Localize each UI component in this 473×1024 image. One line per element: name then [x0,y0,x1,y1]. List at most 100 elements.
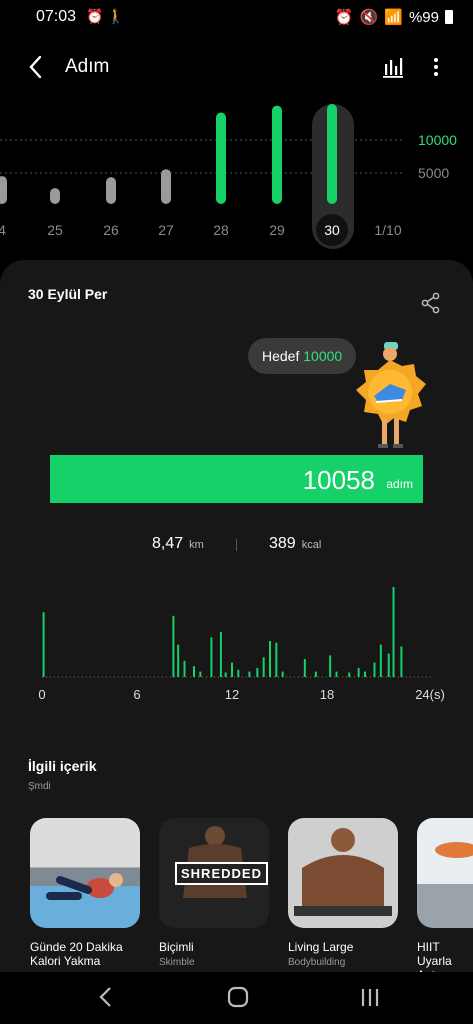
hour-bar [224,672,227,677]
calories-unit: kcal [301,539,322,551]
hour-bar [262,657,265,677]
hour-bar [400,646,403,677]
related-content-title: İlgili içerik [28,758,97,774]
calories-metric: 389 kcal [269,535,321,553]
x-tick-label: 18 [320,687,334,702]
reference-label: 5000 [418,165,449,181]
distance-unit: km [189,539,204,551]
day-bar [272,105,282,204]
hour-bar [314,671,317,677]
hour-bar [335,671,338,677]
x-tick-label: 12 [225,687,239,702]
x-tick-label: 24(s) [415,687,445,702]
workout-image-1 [46,873,123,900]
workout-image-3 [294,828,392,916]
hour-bar [177,644,180,677]
mute-icon: 🔇 [359,9,379,26]
shredded-badge: SHREDDED [175,862,268,885]
goal-bubble: Hedef 10000 [248,338,357,374]
related-card-4[interactable] [417,818,473,928]
share-button[interactable] [420,292,442,314]
day-label: 29 [269,222,285,238]
day-bar [106,177,116,204]
status-bar: 07:03 ⏰ 🚶 ⏰ 🔇 📶 %99 [0,0,473,34]
battery-text: %99 [408,8,439,26]
day-label: 26 [103,222,119,238]
selected-date: 30 Eylül Per [28,286,108,302]
day-label: 1/10 [374,222,401,238]
steps-unit: adım [386,477,413,491]
nav-recents-button[interactable] [356,984,384,1015]
workout-image-4 [435,842,473,858]
nav-home-button[interactable] [224,984,252,1015]
chevron-left-icon [29,55,42,79]
mascot-icon [356,342,426,448]
battery-icon [445,10,453,24]
reference-label: 10000 [418,132,457,148]
hour-bar [219,632,222,677]
navigation-bar [0,972,473,1024]
nav-back-button[interactable] [92,984,120,1015]
goal-label: Hedef [262,348,300,364]
hour-bar [231,662,233,677]
status-time: 07:03 [36,8,77,25]
distance-value: 8,47 [152,535,184,552]
more-options-button[interactable] [422,52,452,82]
back-button[interactable] [22,52,52,82]
hour-bar [275,642,278,677]
day-bar [161,169,171,204]
related-card-1[interactable] [30,818,140,928]
hour-bar [392,587,395,677]
day-label: 30 [324,222,340,238]
related-card-3-source: Bodybuilding [288,957,346,968]
hour-bar [172,615,175,677]
day-bar [327,104,337,204]
day-label: 28 [213,222,229,238]
hour-bar [237,669,240,677]
hour-bar [199,671,202,677]
goal-value: 10000 [303,348,343,364]
day-label: 25 [47,222,63,238]
hour-bar [379,644,382,677]
related-card-3[interactable] [288,818,398,928]
x-tick-label: 6 [133,687,140,702]
hour-bar [193,666,195,677]
hourly-steps-chart: 0 6 12 18 24(s) [30,575,450,715]
related-card-2-source: Skimble [159,957,195,968]
hour-bar [248,671,251,677]
daily-steps-chart[interactable]: 10000 5000 4 25 26 27 28 29 30 1/10 [0,100,473,250]
status-right: ⏰ 🔇 📶 %99 [335,8,453,26]
more-vertical-icon [434,58,438,76]
bar-chart-icon [383,58,403,78]
x-tick-label: 0 [38,687,45,702]
page-title: Adım [65,56,110,77]
steps-count: 10058 [302,465,375,495]
related-card-2-title: Biçimli [159,940,194,954]
day-bar [50,188,60,204]
hour-bar [210,637,213,677]
hour-bar [387,653,390,677]
nav-back-icon [99,987,111,1007]
day-label: 27 [158,222,174,238]
related-content-subtitle: Şmdi [28,781,51,792]
trends-button[interactable] [378,52,408,82]
related-card-3-title: Living Large [288,940,354,954]
hour-bar [269,641,271,677]
hour-bar [329,655,332,677]
related-card-1-title: Günde 20 Dakika Kalori Yakma [30,940,123,968]
hour-bar [348,672,351,677]
steps-progress-bar: 10058 adım [50,455,423,503]
day-label: 4 [0,222,6,238]
mascot-illustration [350,340,430,455]
hour-bar [256,668,259,677]
hour-bar [42,612,45,677]
hour-bar [357,668,360,677]
nav-home-icon [227,986,249,1008]
hour-bar [373,662,376,677]
nav-recents-icon [361,989,379,1006]
hourly-steps-svg: 0 6 12 18 24(s) [38,587,445,702]
related-card-2[interactable]: SHREDDED [159,818,269,928]
wifi-icon: 📶 [384,9,403,26]
metric-divider [236,539,237,551]
alarm-icon: ⏰ [334,9,354,26]
